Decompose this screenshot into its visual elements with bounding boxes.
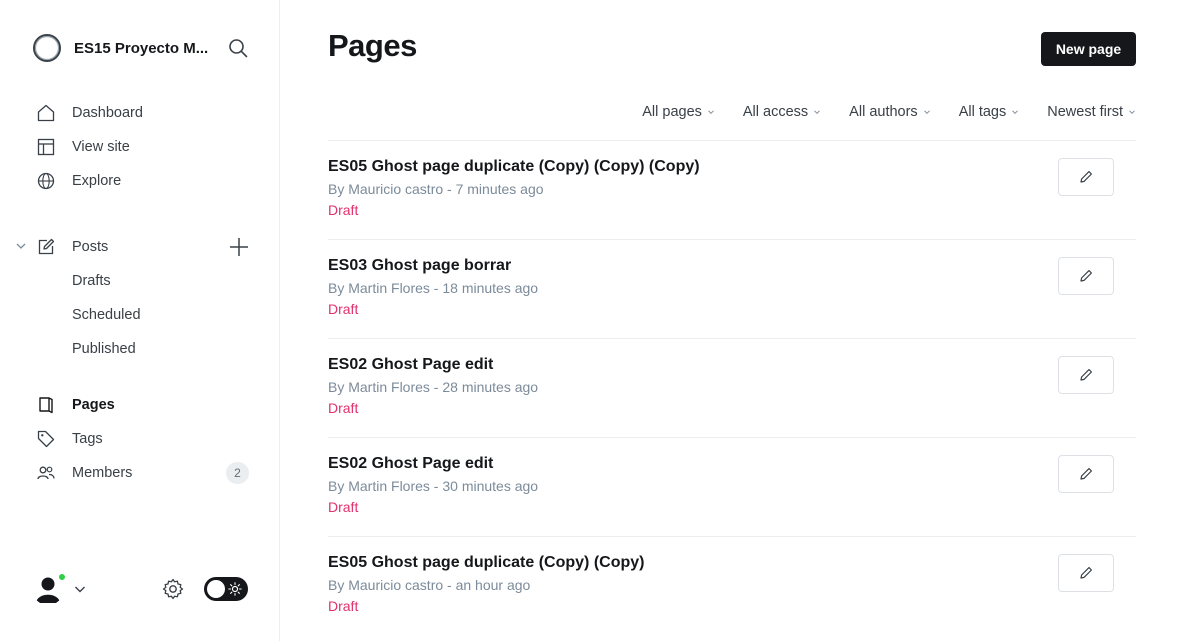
- sidebar-item-dashboard[interactable]: Dashboard: [36, 100, 143, 126]
- filter-label: All pages: [642, 104, 702, 120]
- page-item-meta: By Martin Flores - 18 minutes ago: [328, 280, 539, 296]
- chevron-down-icon: [708, 110, 714, 115]
- filter-label: Newest first: [1047, 104, 1123, 120]
- site-logo-icon: [33, 34, 61, 62]
- edit-icon: [38, 238, 55, 255]
- page-item-title[interactable]: ES02 Ghost Page edit: [328, 455, 493, 473]
- page-item-title[interactable]: ES02 Ghost Page edit: [328, 356, 493, 374]
- sidebar: ES15 Proyecto M... Dashboard View site E…: [0, 0, 280, 641]
- chevron-down-icon: [1012, 110, 1019, 115]
- page-item-title[interactable]: ES03 Ghost page borrar: [328, 257, 511, 275]
- filter-label: All access: [742, 104, 809, 120]
- list-item[interactable]: ES05 Ghost page duplicate (Copy) (Copy) …: [328, 140, 1136, 239]
- sidebar-item-tags[interactable]: Tags: [36, 426, 103, 452]
- page-item-meta: By Martin Flores - 30 minutes ago: [328, 478, 539, 494]
- site-brand[interactable]: ES15 Proyecto M...: [32, 33, 248, 63]
- filter-label: All tags: [958, 104, 1007, 120]
- pencil-icon: [1080, 468, 1092, 480]
- page-item-meta: By Mauricio castro - 7 minutes ago: [328, 181, 544, 197]
- sidebar-item-drafts[interactable]: Drafts: [72, 270, 111, 292]
- page-item-meta: By Martin Flores - 28 minutes ago: [328, 379, 539, 395]
- sun-icon: [228, 582, 242, 596]
- chevron-down-icon: [814, 110, 821, 115]
- globe-icon: [37, 172, 55, 190]
- site-title: ES15 Proyecto M...: [74, 39, 209, 57]
- online-status-dot: [57, 572, 67, 582]
- plus-icon[interactable]: [228, 236, 250, 258]
- search-icon[interactable]: [227, 37, 249, 59]
- sidebar-item-pages[interactable]: Pages: [36, 392, 115, 418]
- edit-page-button[interactable]: [1058, 257, 1114, 295]
- sidebar-item-published[interactable]: Published: [72, 338, 136, 360]
- list-item[interactable]: ES03 Ghost page borrar By Martin Flores …: [328, 239, 1136, 338]
- sidebar-item-posts[interactable]: Posts: [36, 234, 108, 260]
- status-badge: Draft: [328, 598, 359, 614]
- filter-all-tags[interactable]: All tags: [959, 101, 1020, 123]
- status-badge: Draft: [328, 202, 359, 218]
- sidebar-item-label: Explore: [72, 173, 122, 189]
- list-item[interactable]: ES02 Ghost Page edit By Martin Flores - …: [328, 437, 1136, 536]
- new-page-button[interactable]: New page: [1041, 32, 1136, 66]
- chevron-down-icon: [923, 110, 930, 115]
- sidebar-item-label: Dashboard: [72, 105, 143, 121]
- page-icon: [39, 397, 53, 414]
- filter-all-authors[interactable]: All authors: [849, 101, 931, 123]
- page-item-title[interactable]: ES05 Ghost page duplicate (Copy) (Copy): [328, 554, 644, 572]
- main-content: Pages New page All pages All access All …: [280, 0, 1184, 641]
- pencil-icon: [1080, 171, 1092, 183]
- status-badge: Draft: [328, 301, 359, 317]
- filter-sort-order[interactable]: Newest first: [1047, 101, 1136, 123]
- filter-all-access[interactable]: All access: [743, 101, 821, 123]
- sidebar-item-label: View site: [72, 139, 130, 155]
- tag-icon: [37, 430, 55, 448]
- page-item-title[interactable]: ES05 Ghost page duplicate (Copy) (Copy) …: [328, 158, 700, 176]
- sidebar-item-label: Posts: [72, 239, 109, 255]
- gear-icon[interactable]: [161, 577, 185, 601]
- sidebar-item-label: Members: [72, 465, 133, 481]
- pencil-icon: [1080, 369, 1092, 381]
- edit-page-button[interactable]: [1058, 158, 1114, 196]
- filter-label: All authors: [849, 104, 918, 120]
- chevron-down-icon: [1129, 110, 1135, 115]
- sidebar-item-label: Tags: [72, 431, 103, 447]
- filter-all-pages[interactable]: All pages: [642, 101, 715, 123]
- theme-toggle[interactable]: [204, 577, 248, 601]
- sidebar-item-label: Pages: [72, 397, 115, 413]
- pencil-icon: [1080, 270, 1092, 282]
- chevron-down-icon[interactable]: [14, 239, 28, 253]
- edit-page-button[interactable]: [1058, 554, 1114, 592]
- members-icon: [37, 466, 55, 480]
- list-item[interactable]: ES02 Ghost Page edit By Martin Flores - …: [328, 338, 1136, 437]
- pencil-icon: [1080, 567, 1092, 579]
- edit-page-button[interactable]: [1058, 356, 1114, 394]
- members-count-badge: 2: [226, 462, 249, 484]
- sidebar-item-view-site[interactable]: View site: [36, 134, 130, 160]
- pages-list: ES05 Ghost page duplicate (Copy) (Copy) …: [328, 140, 1136, 635]
- chevron-down-icon[interactable]: [73, 582, 87, 596]
- filter-bar: All pages All access All authors All tag…: [614, 101, 1136, 123]
- edit-page-button[interactable]: [1058, 455, 1114, 493]
- status-badge: Draft: [328, 499, 359, 515]
- list-item[interactable]: ES05 Ghost page duplicate (Copy) (Copy) …: [328, 536, 1136, 635]
- home-icon: [37, 104, 55, 122]
- sidebar-item-explore[interactable]: Explore: [36, 168, 121, 194]
- page-item-meta: By Mauricio castro - an hour ago: [328, 577, 531, 593]
- page-title: Pages: [328, 28, 417, 63]
- status-badge: Draft: [328, 400, 359, 416]
- toggle-knob: [207, 580, 225, 598]
- layout-icon: [37, 138, 55, 156]
- sidebar-item-members[interactable]: Members: [36, 460, 132, 486]
- sidebar-item-scheduled[interactable]: Scheduled: [72, 304, 141, 326]
